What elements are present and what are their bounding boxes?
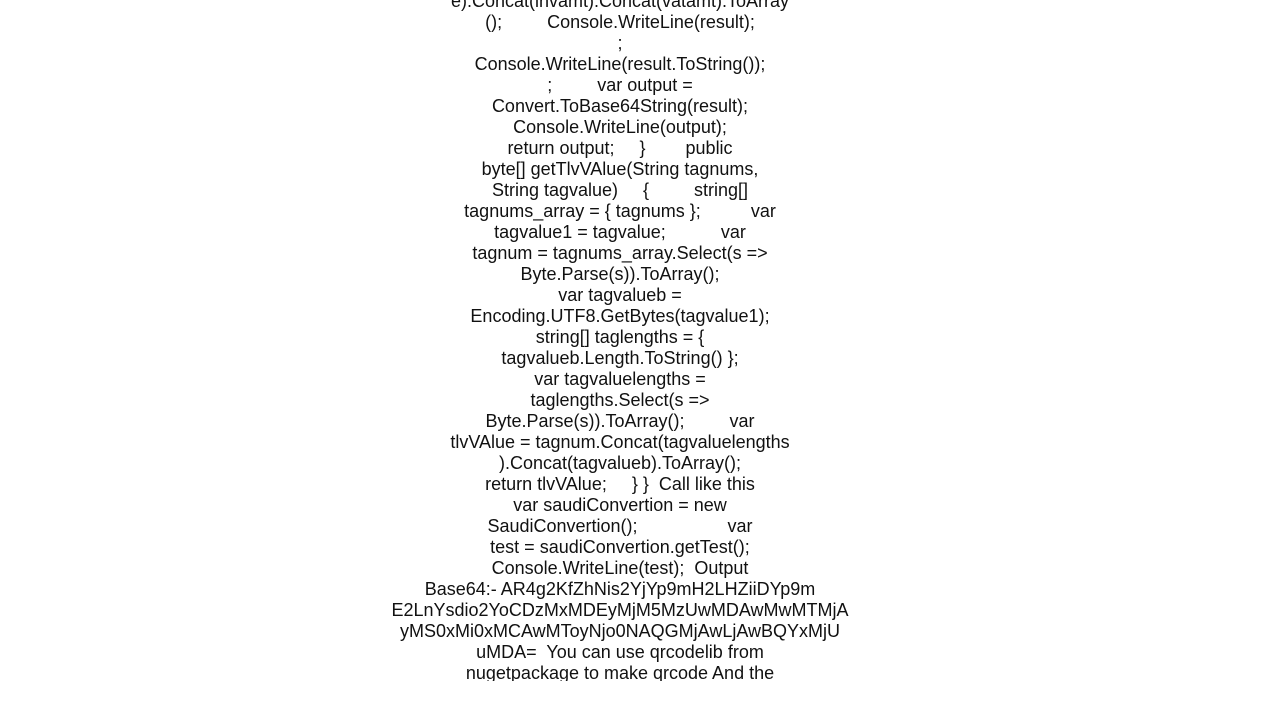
text-line: Byte.Parse(s)).ToArray();	[520, 264, 720, 284]
text-line: var tagvaluelengths =	[534, 369, 706, 389]
text-line: ;	[617, 33, 623, 53]
text-line: tlvVAlue = tagnum.Concat(tagvaluelengths	[450, 432, 790, 452]
text-line: E2LnYsdio2YoCDzMxMDEyMjM5MzUwMDAwMwMTMjA	[391, 600, 849, 620]
text-line: Base64:- AR4g2KfZhNis2YjYp9mH2LHZiiDYp9m	[424, 579, 816, 599]
text-line: (); Console.WriteLine(result);	[485, 12, 755, 32]
text-line: string[] taglengths = {	[535, 327, 705, 347]
text-line: test = saudiConvertion.getTest();	[490, 537, 750, 557]
text-line: Console.WriteLine(test); Output	[491, 558, 749, 578]
text-line: yMS0xMi0xMCAwMToyNjo0NAQGMjAwLjAwBQYxMjU	[399, 621, 841, 641]
text-line: taglengths.Select(s =>	[530, 390, 710, 410]
text-line: Byte.Parse(s)).ToArray(); var	[485, 411, 755, 431]
text-line: Console.WriteLine(result.ToString());	[474, 54, 766, 74]
text-line: tagnum = tagnums_array.Select(s =>	[472, 243, 768, 263]
text-line: String tagvalue) { string[]	[491, 180, 749, 200]
text-line: Convert.ToBase64String(result);	[491, 96, 749, 116]
text-line: tagvalueb.Length.ToString() };	[501, 348, 739, 368]
text-line: SaudiConvertion(); var	[487, 516, 753, 536]
text-line: ).Concat(tagvalueb).ToArray();	[498, 453, 742, 473]
text-line: byte[] getTlvVAlue(String tagnums,	[481, 159, 759, 179]
text-line: ; var output =	[547, 75, 693, 95]
code-text-block: e).Concat(invamt).Concat(vatamt).ToArray…	[0, 0, 1240, 681]
text-line: nugetpackage to make qrcode And the	[465, 663, 775, 681]
text-line: tagnums_array = { tagnums }; var	[464, 201, 776, 221]
text-line: Console.WriteLine(output);	[513, 117, 727, 137]
text-line: uMDA= You can use qrcodelib from	[476, 642, 764, 662]
text-line: Encoding.UTF8.GetBytes(tagvalue1);	[470, 306, 770, 326]
text-line: e).Concat(invamt).Concat(vatamt).ToArray	[450, 0, 790, 11]
document-viewport: e).Concat(invamt).Concat(vatamt).ToArray…	[0, 0, 1280, 681]
text-line: tagvalue1 = tagvalue; var	[494, 222, 746, 242]
text-line: return tlvVAlue; } } Call like this	[485, 474, 755, 494]
text-line: var saudiConvertion = new	[513, 495, 727, 515]
text-line: var tagvalueb =	[558, 285, 682, 305]
text-line: return output; } public	[507, 138, 733, 158]
